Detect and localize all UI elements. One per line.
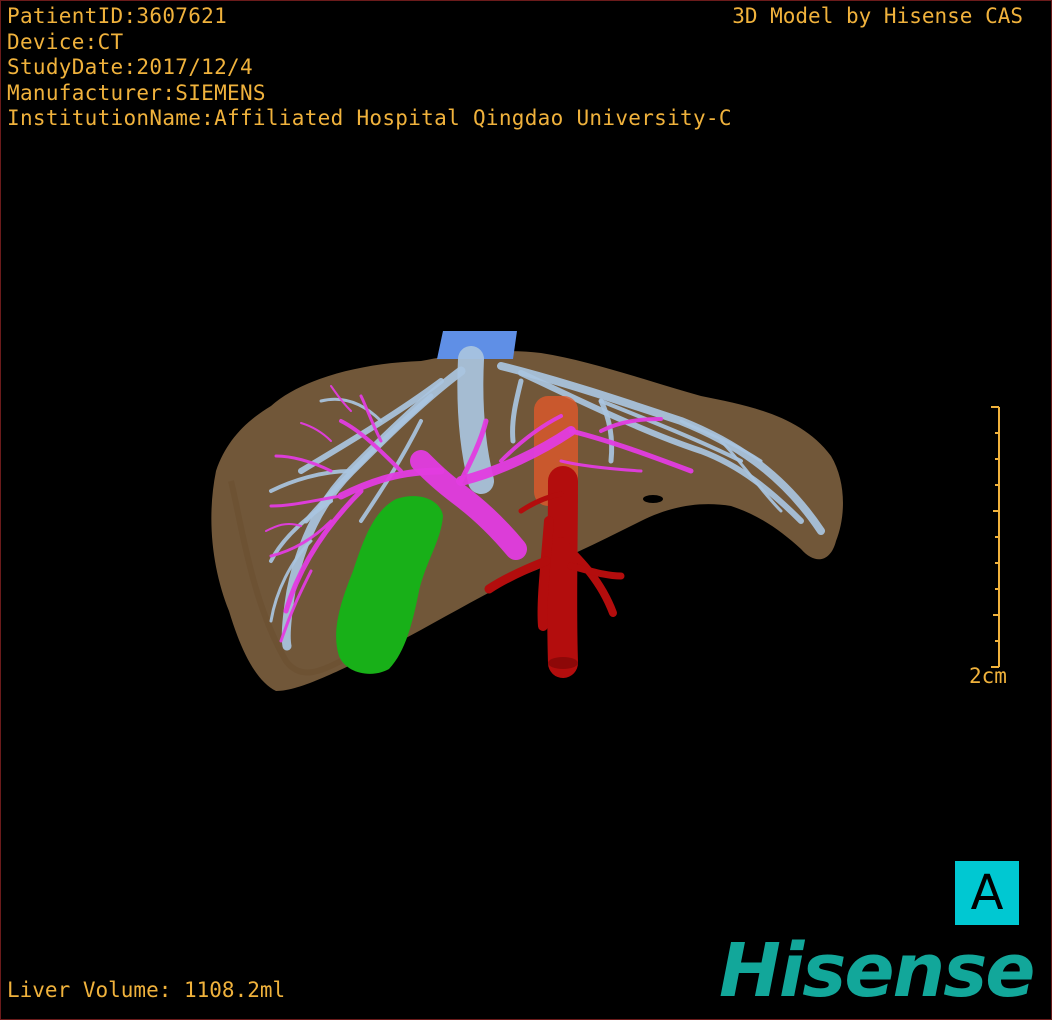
institution-name: InstitutionName:Affiliated Hospital Qing… (7, 106, 732, 130)
liver-hole (643, 495, 663, 503)
study-date: StudyDate:2017/12/4 (7, 55, 253, 79)
liver-volume: Liver Volume: 1108.2ml (7, 978, 286, 1002)
model-credit: 3D Model by Hisense CAS (732, 4, 1023, 28)
orientation-marker[interactable]: A (955, 861, 1019, 925)
hisense-logo: Hisense (719, 928, 1035, 1014)
dicom-info-overlay: PatientID:3607621 Device:CT StudyDate:20… (7, 4, 732, 132)
scale-bar (991, 406, 1000, 668)
3d-viewport[interactable]: PatientID:3607621 Device:CT StudyDate:20… (0, 0, 1052, 1020)
manufacturer: Manufacturer:SIEMENS (7, 80, 266, 105)
artery-end (548, 657, 578, 669)
scale-label: 2cm (969, 664, 1007, 688)
device: Device:CT (7, 29, 124, 54)
liver-3d-model[interactable] (1, 1, 1051, 1019)
patient-id: PatientID:3607621 (7, 4, 228, 28)
